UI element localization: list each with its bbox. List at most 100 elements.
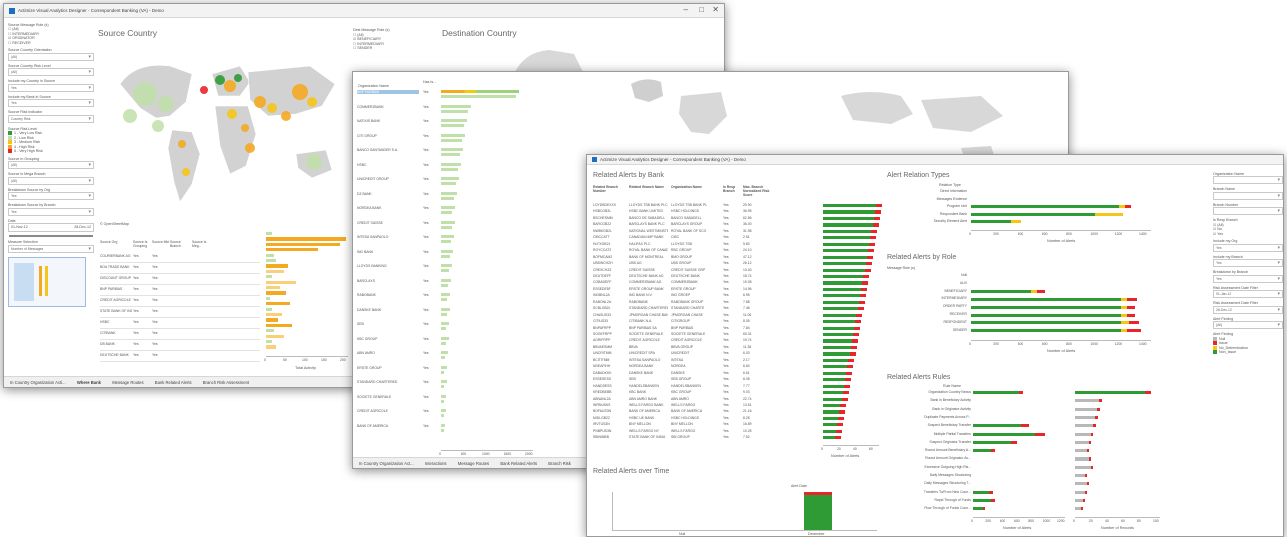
- rule-record-bar[interactable]: [1075, 407, 1097, 411]
- activity-bar[interactable]: [266, 286, 280, 290]
- world-map[interactable]: [541, 76, 1011, 166]
- country-total-bar[interactable]: [441, 399, 444, 403]
- bank-alert-bar-issue[interactable]: [840, 403, 847, 408]
- country-total-bar[interactable]: [441, 235, 454, 239]
- rule-record-bar-issue[interactable]: [1099, 399, 1102, 403]
- activity-bar[interactable]: [266, 345, 276, 349]
- bank-alert-bar-issue[interactable]: [859, 294, 866, 298]
- country-total-bar[interactable]: [441, 394, 446, 398]
- org-name-cell[interactable]: KBC GROUP: [357, 337, 419, 341]
- rule-record-bar[interactable]: [1075, 391, 1145, 395]
- rule-record-bar[interactable]: [1075, 490, 1085, 494]
- rule-alert-bar-issue[interactable]: [991, 449, 995, 453]
- bank-alert-bar-issue[interactable]: [849, 352, 856, 356]
- country-total-bar[interactable]: [441, 423, 445, 427]
- rule-record-bar-issue[interactable]: [1081, 507, 1083, 511]
- bank-alert-bar-non-issue[interactable]: [823, 416, 839, 421]
- org-name-cell[interactable]: CREDIT SUISSE: [357, 221, 419, 225]
- relation-type-bar[interactable]: [1095, 212, 1123, 216]
- activity-bar[interactable]: [266, 259, 276, 263]
- bank-alert-bar-non-issue[interactable]: [823, 210, 875, 214]
- filter-dropdown[interactable]: (All): [8, 68, 94, 77]
- measure-select[interactable]: Number of Messages: [8, 244, 94, 253]
- rule-record-bar-issue[interactable]: [1091, 432, 1093, 436]
- bank-alert-bar-issue[interactable]: [834, 436, 841, 440]
- country-total-bar[interactable]: [441, 220, 455, 224]
- relation-type-bar[interactable]: [1125, 205, 1131, 209]
- country-total-bar[interactable]: [441, 254, 450, 258]
- activity-bar[interactable]: [266, 269, 284, 273]
- rule-record-bar-issue[interactable]: [1091, 465, 1093, 469]
- activity-bar[interactable]: [266, 248, 318, 252]
- bank-alert-bar-issue[interactable]: [863, 274, 870, 279]
- bank-alert-bar-non-issue[interactable]: [823, 339, 852, 343]
- role-bar[interactable]: [971, 329, 1121, 333]
- bank-alert-bar-non-issue[interactable]: [823, 281, 863, 285]
- country-total-bar[interactable]: [441, 182, 456, 186]
- bank-alert-bar-non-issue[interactable]: [823, 300, 859, 304]
- bank-alert-bar-non-issue[interactable]: [823, 236, 871, 240]
- rule-record-bar[interactable]: [1075, 474, 1085, 478]
- org-name-cell[interactable]: COMMERZBANK: [357, 105, 419, 109]
- bank-alert-bar-issue[interactable]: [874, 210, 881, 214]
- is-resp-option[interactable]: ☑ Yes: [1213, 232, 1283, 236]
- activity-bar[interactable]: [266, 291, 286, 295]
- role-bar[interactable]: [971, 321, 1121, 325]
- relation-type-bar[interactable]: [971, 220, 1011, 224]
- bank-alert-bar-issue[interactable]: [847, 365, 854, 369]
- bank-alert-bar-non-issue[interactable]: [823, 378, 845, 382]
- role-bar[interactable]: [971, 290, 1031, 294]
- bank-alert-bar-non-issue[interactable]: [823, 345, 851, 350]
- bank-alert-bar-non-issue[interactable]: [823, 262, 866, 266]
- bank-alert-bar-non-issue[interactable]: [823, 249, 868, 253]
- activity-bar[interactable]: [266, 232, 272, 236]
- org-name-cell[interactable]: LLOYDS BANKING: [357, 264, 419, 268]
- rule-record-bar[interactable]: [1075, 424, 1093, 428]
- bank-alert-bar-non-issue[interactable]: [823, 384, 844, 388]
- country-total-bar[interactable]: [441, 409, 446, 413]
- tab[interactable]: Branch Risk Assessment: [203, 380, 249, 385]
- filter-dropdown[interactable]: Yes: [8, 99, 94, 108]
- activity-bar[interactable]: [266, 323, 292, 327]
- tab[interactable]: In Country Organization Acti...: [10, 380, 66, 385]
- bank-alert-bar-issue[interactable]: [851, 339, 858, 343]
- bank-alert-bar-issue[interactable]: [839, 410, 846, 414]
- filter-dropdown[interactable]: (All): [8, 176, 94, 185]
- bank-alert-bar-non-issue[interactable]: [823, 326, 855, 330]
- role-bar[interactable]: [971, 305, 1121, 309]
- country-total-bar[interactable]: [441, 380, 447, 384]
- country-total-bar[interactable]: [441, 133, 465, 137]
- bank-alert-bar-issue[interactable]: [866, 255, 873, 259]
- activity-bar[interactable]: [266, 340, 272, 344]
- rule-alert-bar[interactable]: [973, 498, 991, 503]
- country-total-bar[interactable]: [441, 119, 467, 123]
- rule-record-bar-issue[interactable]: [1097, 407, 1100, 411]
- country-total-bar[interactable]: [441, 249, 453, 253]
- country-total-bar[interactable]: [441, 167, 458, 171]
- country-total-bar[interactable]: [441, 336, 449, 340]
- org-name-cell[interactable]: SOCIETE GENERALE: [357, 395, 419, 399]
- role-bar[interactable]: [1127, 305, 1135, 309]
- rule-alert-bar[interactable]: [973, 440, 1011, 444]
- bank-alert-bar-issue[interactable]: [862, 281, 869, 285]
- country-total-bar[interactable]: [441, 365, 447, 369]
- org-name-cell[interactable]: UNICREDIT GROUP: [357, 177, 419, 181]
- tab[interactable]: Message Routes: [458, 461, 489, 466]
- rule-alert-bar-issue[interactable]: [1021, 424, 1029, 428]
- rule-record-bar[interactable]: [1075, 440, 1089, 444]
- filter-dropdown[interactable]: Yes: [8, 192, 94, 201]
- bank-alert-bar-issue[interactable]: [843, 384, 850, 388]
- date-range[interactable]: 01-Nov-12 28-Dec-12: [8, 223, 94, 233]
- bank-alert-bar-non-issue[interactable]: [823, 223, 873, 227]
- bank-alert-bar-non-issue[interactable]: [823, 391, 843, 395]
- bank-alert-bar-issue[interactable]: [867, 249, 874, 253]
- country-total-bar[interactable]: [441, 191, 457, 195]
- filter-dropdown[interactable]: [1213, 176, 1283, 185]
- tab[interactable]: Message Routes: [112, 380, 143, 385]
- relation-type-bar[interactable]: [1011, 220, 1021, 224]
- role-bar[interactable]: [1129, 321, 1139, 325]
- org-name-cell[interactable]: NORDEA BANK: [357, 206, 419, 210]
- bank-alert-bar-issue[interactable]: [853, 333, 859, 337]
- bank-alert-bar-issue[interactable]: [857, 307, 864, 311]
- org-name-cell[interactable]: NATIXIS BANK: [357, 119, 419, 123]
